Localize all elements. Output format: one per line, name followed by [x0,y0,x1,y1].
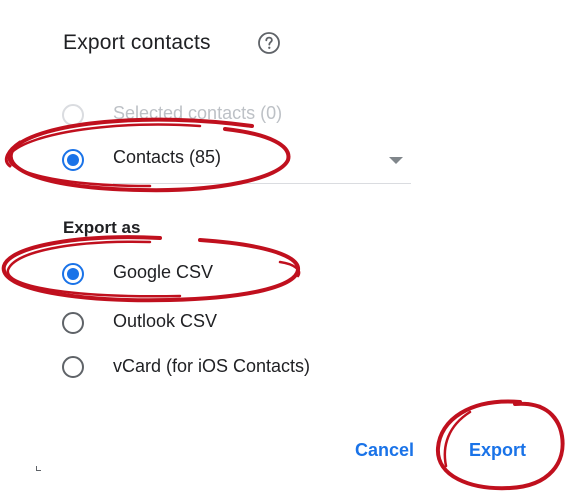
corner-mark [36,466,41,471]
export-button[interactable]: Export [469,440,526,461]
export-as-heading: Export as [63,218,141,237]
dropdown-arrow-icon[interactable] [389,157,403,164]
selected-contacts-label: Selected contacts (0) [113,103,283,123]
vcard-radio[interactable] [62,356,84,378]
dropdown-underline [113,183,411,184]
cancel-button[interactable]: Cancel [355,440,414,461]
google-csv-radio[interactable] [62,263,84,285]
contacts-label-dropdown[interactable] [113,142,411,182]
help-circle-icon[interactable] [257,31,281,55]
vcard-label[interactable]: vCard (for iOS Contacts) [113,356,310,377]
export-contacts-dialog: Export contacts Selected contacts (0) Co… [0,0,585,492]
google-csv-label[interactable]: Google CSV [113,262,213,283]
contacts-radio[interactable] [62,149,84,171]
annotation-overlay [1,117,565,491]
outlook-csv-label[interactable]: Outlook CSV [113,311,217,332]
selected-contacts-radio [62,104,84,126]
dialog-header: Export contacts [63,28,211,58]
outlook-csv-radio[interactable] [62,312,84,334]
dialog-title: Export contacts [63,31,211,54]
